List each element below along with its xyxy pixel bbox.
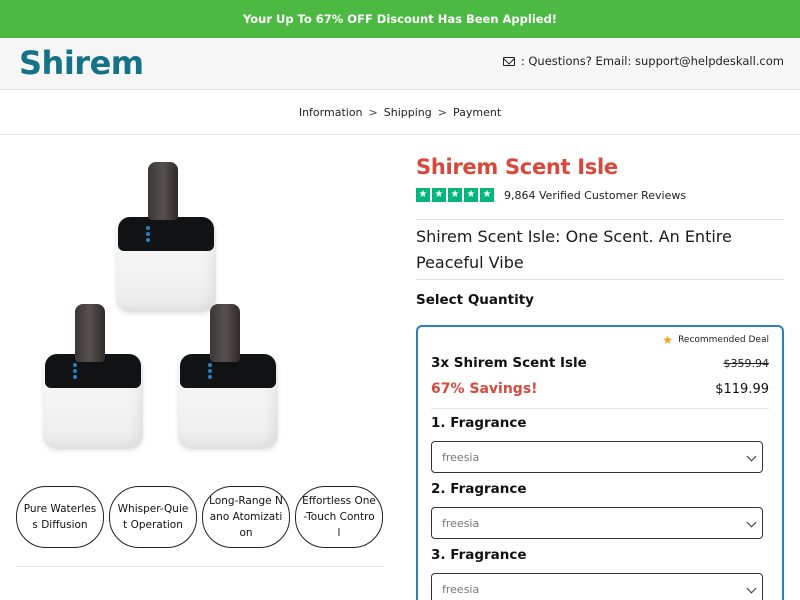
fragrance-3-label: 3. Fragrance — [431, 547, 527, 563]
fragrance-2-label: 2. Fragrance — [431, 481, 527, 497]
select-quantity-heading: Select Quantity — [416, 292, 534, 308]
feature-badge: Whisper-Quiet Operation — [109, 486, 197, 548]
breadcrumb-payment[interactable]: Payment — [453, 106, 501, 119]
star-icon: ★ — [432, 188, 446, 202]
feature-badge: Effortless One-Touch Control — [295, 486, 383, 548]
divider — [416, 219, 784, 220]
star-icon: ★ — [448, 188, 462, 202]
chevron-down-icon — [746, 517, 757, 528]
fragrance-1-select[interactable]: freesia — [431, 441, 763, 473]
fragrance-2-value: freesia — [442, 516, 480, 530]
fragrance-1-value: freesia — [442, 450, 480, 464]
sale-price: $119.99 — [715, 382, 769, 397]
star-rating: ★ ★ ★ ★ ★ — [416, 188, 494, 202]
recommended-label: Recommended Deal — [678, 335, 769, 345]
divider — [431, 408, 769, 409]
checkout-breadcrumb: Information > Shipping > Payment — [0, 90, 800, 135]
chevron-down-icon — [746, 583, 757, 594]
feature-badge: Pure Waterless Diffusion — [16, 486, 104, 548]
deal-option-selected[interactable]: ★ Recommended Deal 3x Shirem Scent Isle … — [416, 325, 784, 600]
promo-text: Your Up To 67% OFF Discount Has Been App… — [242, 12, 558, 26]
feature-badge: Long-Range Nano Atomization — [202, 486, 290, 548]
support-text[interactable]: : Questions? Email: support@helpdeskall.… — [521, 54, 784, 68]
breadcrumb-shipping[interactable]: Shipping — [384, 106, 432, 119]
star-icon: ★ — [480, 188, 494, 202]
breadcrumb-separator: > — [368, 105, 378, 119]
envelope-icon — [502, 56, 515, 66]
fragrance-3-select[interactable]: freesia — [431, 573, 763, 600]
product-title: Shirem Scent Isle — [416, 155, 618, 179]
recommended-badge: ★ Recommended Deal — [662, 334, 769, 346]
breadcrumb-information[interactable]: Information — [299, 106, 363, 119]
rating-row[interactable]: ★ ★ ★ ★ ★ 9,864 Verified Customer Review… — [416, 188, 686, 202]
review-count[interactable]: 9,864 Verified Customer Reviews — [504, 189, 686, 202]
star-icon: ★ — [662, 333, 674, 347]
star-icon: ★ — [464, 188, 478, 202]
diffuser-unit — [116, 160, 216, 312]
diffuser-unit — [43, 302, 143, 454]
feature-badges: Pure Waterless Diffusion Whisper-Quiet O… — [16, 486, 384, 550]
deal-name: 3x Shirem Scent Isle — [431, 355, 587, 371]
fragrance-3-value: freesia — [442, 582, 480, 596]
product-tagline: Shirem Scent Isle: One Scent. An Entire … — [416, 227, 732, 272]
promo-banner: Your Up To 67% OFF Discount Has Been App… — [0, 0, 800, 38]
diffuser-unit — [178, 302, 278, 454]
star-icon: ★ — [416, 188, 430, 202]
breadcrumb-separator: > — [437, 105, 447, 119]
fragrance-1-label: 1. Fragrance — [431, 415, 527, 431]
divider — [416, 279, 784, 280]
savings-label: 67% Savings! — [431, 381, 538, 397]
fragrance-2-select[interactable]: freesia — [431, 507, 763, 539]
original-price: $359.94 — [723, 357, 770, 370]
chevron-down-icon — [746, 451, 757, 462]
support-contact[interactable]: : Questions? Email: support@helpdeskall.… — [502, 54, 784, 68]
site-header: Shirem : Questions? Email: support@helpd… — [0, 38, 800, 90]
divider — [16, 566, 384, 567]
product-image[interactable] — [16, 150, 384, 460]
site-logo[interactable]: Shirem — [19, 44, 144, 82]
